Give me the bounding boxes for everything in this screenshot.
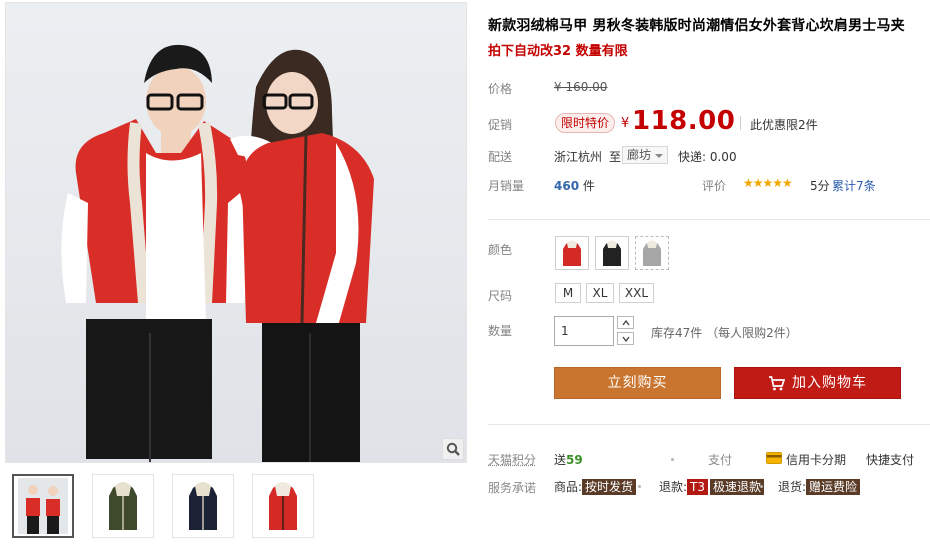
red-vest-image [269,482,297,530]
quick-pay[interactable]: 快捷支付 [866,451,914,468]
info-divider [488,219,930,220]
return-label: 退货: [778,480,807,494]
thumbnail-couple[interactable] [12,474,74,538]
on-time-shipping-tag: 按时发货 [582,479,637,495]
couple-thumb-image [18,478,68,534]
promo-badge: 限时特价 [555,113,616,133]
current-price: 118.00 [632,106,736,136]
quantity-input[interactable] [554,316,614,346]
thumbnail-olive-vest[interactable] [92,474,154,538]
main-product-image[interactable] [5,2,467,463]
chevron-down-icon [655,153,664,158]
separator-dot [760,485,763,488]
add-to-cart-button[interactable]: 加入购物车 [734,367,901,399]
return-promise: 退货: 赠运费险 [778,478,861,495]
size-option-m[interactable]: M [555,283,581,303]
promo-limit: 此优惠限2件 [750,118,818,132]
action-divider [488,424,930,425]
monthly-sales-label: 月销量 [488,179,525,193]
separator-dot [638,485,641,488]
thumbnail-strip [12,474,314,538]
magnifier-icon [446,442,460,456]
thumbnail-red-vest[interactable] [252,474,314,538]
buy-now-button[interactable]: 立刻购买 [554,367,721,399]
service-promise-label: 服务承诺 [488,481,537,495]
fast-refund-tag: 极速退款 [710,479,765,495]
original-price: ¥ 160.00 [554,80,608,94]
separator-dot [671,458,674,461]
gray-vest-swatch-icon [643,240,661,266]
size-label: 尺码 [488,289,513,303]
monthly-sales-unit: 件 [582,179,595,193]
quantity-label: 数量 [488,324,513,338]
quantity-decrease-button[interactable] [617,332,634,345]
service-panel: 天猫积分 送59 支付 信用卡分期 快捷支付 服务承诺 商品: 按时发货 退款: T… [488,428,930,504]
color-label: 颜色 [488,243,513,257]
chevron-down-icon [621,336,630,342]
currency-symbol: ¥ [621,116,630,131]
size-option-xl[interactable]: XL [586,283,614,303]
couple-vest-photo [61,44,374,462]
chevron-up-icon [621,319,630,325]
color-option-red[interactable] [555,236,589,270]
shipping-to: 至 [609,150,622,164]
black-vest-swatch-icon [603,240,621,266]
destination-value: 廊坊 [627,148,652,162]
zoom-button[interactable] [442,438,464,460]
color-option-gray[interactable] [635,236,669,270]
monthly-sales-count: 460 [554,179,580,193]
points-value: 59 [566,453,583,467]
rating-label: 评价 [702,179,727,193]
quantity-increase-button[interactable] [617,316,634,329]
cumulative-reviews-link[interactable]: 累计7条 [832,177,876,194]
price-divider [740,116,741,130]
olive-vest-image [109,482,137,530]
shipping-insurance-tag: 赠运费险 [806,479,861,495]
destination-select[interactable]: 廊坊 [622,146,669,164]
promo-label: 促销 [488,118,513,132]
stock-info: 库存47件 （每人限购2件） [651,326,798,340]
thumbnail-navy-vest[interactable] [172,474,234,538]
payment-label: 支付 [708,453,733,467]
t3-badge: T3 [687,479,709,495]
navy-vest-image [189,482,217,530]
product-gallery [0,0,470,544]
add-to-cart-label: 加入购物车 [792,375,867,391]
goods-label: 商品: [554,480,583,494]
points-prefix: 送 [554,453,567,467]
color-option-black[interactable] [595,236,629,270]
goods-promise: 商品: 按时发货 [554,478,637,495]
credit-card-icon [766,452,782,464]
monthly-sales: 460 件 [554,177,595,194]
tmall-points-label[interactable]: 天猫积分 [488,451,536,468]
shipping-origin: 浙江杭州 [554,150,603,164]
price-label: 价格 [488,82,513,96]
points-reward: 送59 [554,451,583,468]
rating-score: 5分 [810,179,830,193]
shipping-label: 配送 [488,150,513,164]
cart-icon [769,375,785,390]
rating-stars: ★★★★★ [743,176,793,190]
refund-label: 退款: [659,480,688,494]
refund-promise: 退款: T3 极速退款 [659,478,765,495]
shipping-fee: 快递: 0.00 [678,150,737,164]
product-subtitle: 拍下自动改32 数量有限 [488,44,628,59]
red-vest-swatch-icon [563,240,581,266]
credit-card-installment[interactable]: 信用卡分期 [786,451,846,468]
size-option-xxl[interactable]: XXL [619,283,654,303]
product-title: 新款羽绒棉马甲 男秋冬装韩版时尚潮情侣女外套背心坎肩男士马夹 [488,18,905,34]
